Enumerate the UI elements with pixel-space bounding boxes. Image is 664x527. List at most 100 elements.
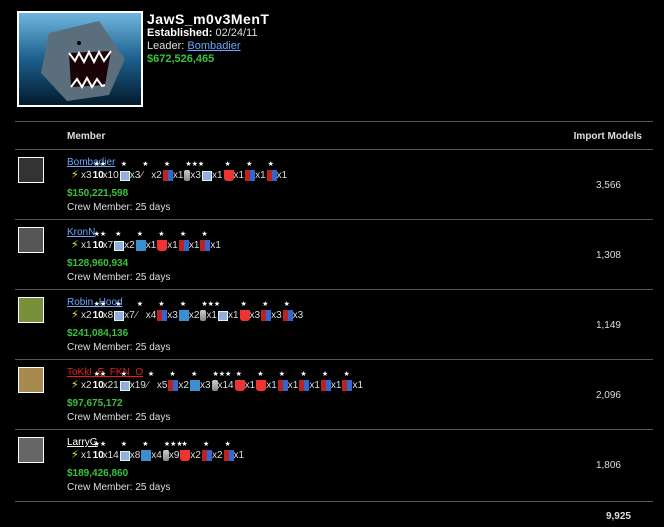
member-row: Bombadier ⚡ x310 ★★ x10 ★ x3∕ ★ x2 ★ x1 ★★★ x3 x1 ★ x1 ★… [15,150,653,220]
award-count: x3 [292,310,304,321]
award-count: x9 [168,450,180,461]
award-flag-icon: ★ x2 [168,371,189,391]
award-count: x2 [81,310,92,321]
award-count: x14 [102,450,119,461]
award-mug-icon: ★ x1 [223,161,245,181]
member-avatar[interactable] [18,297,44,323]
award-flag-icon: ★ x1 [178,231,200,251]
column-header-import-models: Import Models [573,131,642,142]
member-import-models: 2,096 [595,390,621,401]
award-case-icon: ★ x19 [119,371,146,391]
member-money: $241,084,136 [67,328,129,339]
award-pawn-icon: ★★★ x3 [184,161,205,181]
member-import-models: 1,149 [595,320,621,331]
award-count: x14 [217,380,234,391]
award-flag-icon: ★ x1 [245,161,266,181]
leader-line: Leader: Bombadier [147,40,269,53]
award-count: x1 [352,380,363,391]
award-count: x3 [199,380,211,391]
leader-link[interactable]: Bombadier [187,40,240,52]
member-name-link[interactable]: Bombadier [67,157,115,168]
award-flag-icon: ★ x1 [320,371,342,391]
award-flag-icon: ★ x1 [299,371,320,391]
award-bot-icon: ★ x3 [189,371,211,391]
award-flag-icon: ★ x3 [157,301,178,321]
award-knife-icon: ∕ ★ x5 [146,371,168,391]
award-case-icon: ★ x8 [119,441,141,461]
award-bolt-icon: ⚡ x3 [71,169,92,182]
member-days: Crew Member: 25 days [67,202,171,213]
award-flag-icon: ★ x1 [277,371,299,391]
award-case-icon: ★ x2 [114,231,135,251]
award-bot-icon: ★ x4 [141,441,162,461]
established-line: Established: 02/24/11 [147,27,269,40]
award-case-icon: ★ x7 [114,301,135,321]
divider [15,121,653,122]
award-mug-icon: ★ x1 [234,371,256,391]
member-days: Crew Member: 25 days [67,412,171,423]
award-count: x1 [244,380,256,391]
established-date: 02/24/11 [215,27,258,39]
award-count: x3 [167,310,178,321]
award-count: x1 [233,170,245,181]
award-mug-icon: ★ x3 [239,301,261,321]
member-avatar[interactable] [18,367,44,393]
award-flag-icon: ★ x1 [342,371,363,391]
award-list: ⚡ x110 ★★ x14 ★ x8 ★ x4 ★★★ x9 ★ x2 ★ x2 ★ x1 [71,441,245,467]
award-mail-icon: x1 [201,169,223,181]
award-count: x1 [287,380,299,391]
award-count: x3 [81,170,92,181]
award-count: x1 [330,380,342,391]
member-days: Crew Member: 25 days [67,482,171,493]
award-ten-icon: 10 ★★ x21 [92,371,119,391]
divider [15,501,653,502]
award-count: x2 [178,380,189,391]
award-list: ⚡ x210 ★★ x21 ★ x19∕ ★ x5 ★ x2 ★ x3 ★★★ x14 ★ x1 ★ x1 ★ x1 ★… [71,371,364,397]
member-avatar[interactable] [18,437,44,463]
member-name-link[interactable]: KronN [67,227,95,238]
award-count: x1 [145,240,157,251]
award-count: x3 [129,170,141,181]
award-count: x8 [102,310,114,321]
award-ten-icon: 10 ★★ x8 [92,301,114,321]
member-import-models: 1,806 [595,460,621,471]
award-ten-icon: 10 ★★ x7 [92,231,114,251]
crew-info: JawS_m0v3MenT Established: 02/24/11 Lead… [147,11,269,66]
award-bolt-icon: ⚡ x2 [71,309,92,322]
total-import-models: 9,925 [605,511,631,522]
member-avatar[interactable] [18,157,44,183]
member-money: $189,426,860 [67,468,129,479]
award-knife-icon: ∕ ★ x2 [141,161,162,181]
award-count: x1 [81,450,92,461]
award-count: x1 [255,170,266,181]
award-mug-icon: ★ x1 [157,231,178,251]
award-count: x4 [145,310,157,321]
member-avatar[interactable] [18,227,44,253]
crew-picture [17,11,143,107]
award-count: x1 [81,240,92,251]
award-pawn-icon: ★★★ x14 [211,371,234,391]
award-count: x5 [156,380,168,391]
award-knife-icon: ∕ ★ x4 [135,301,157,321]
award-bolt-icon: ⚡ x2 [71,379,92,392]
award-list: ⚡ x310 ★★ x10 ★ x3∕ ★ x2 ★ x1 ★★★ x3 x1 ★ x1 ★ x1 ★ x1 [71,161,288,187]
award-count: x1 [227,310,239,321]
award-count: x1 [210,240,221,251]
award-count: x3 [249,310,261,321]
member-row: Robin_Hood ⚡ x210 ★★ x8 ★ x7∕ ★ x4 ★ x3 ★ x2 ★★★ x1 x1 ★… [15,290,653,360]
shark-image [19,13,141,105]
crew-header: JawS_m0v3MenT Established: 02/24/11 Lead… [17,11,647,111]
award-count: x1 [167,240,178,251]
member-money: $150,221,598 [67,188,129,199]
member-import-models: 1,308 [595,250,621,261]
award-bot-icon: ★ x1 [135,231,157,251]
award-count: x7 [124,310,135,321]
award-count: x3 [271,310,282,321]
award-count: x21 [102,380,119,391]
award-flag-icon: ★ x3 [282,301,304,321]
crew-name: JawS_m0v3MenT [147,11,270,27]
award-count: x2 [81,380,92,391]
award-flag-icon: ★ x1 [266,161,288,181]
award-count: x8 [129,450,141,461]
award-count: x19 [129,380,146,391]
